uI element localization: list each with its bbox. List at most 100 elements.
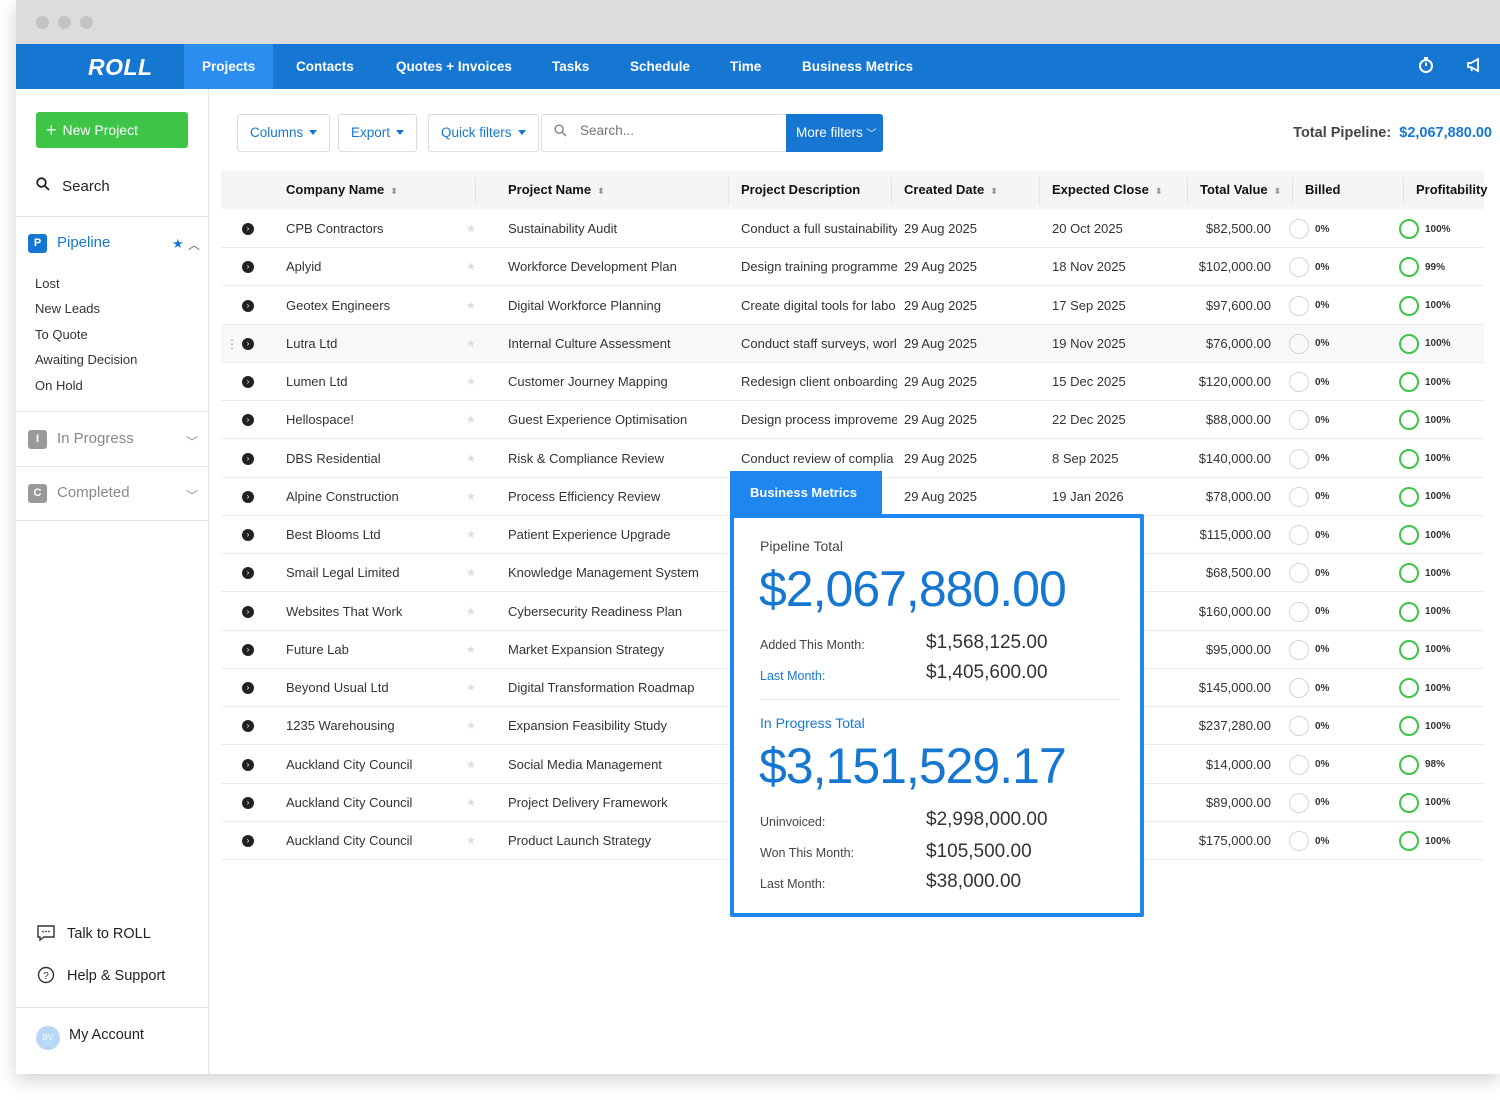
chevron-up-icon[interactable]: ︿ [188,236,200,253]
star-icon[interactable]: ★ [466,784,476,822]
star-icon[interactable]: ★ [466,631,476,669]
cell-project[interactable]: Risk & Compliance Review [508,440,723,478]
cell-company[interactable]: Smail Legal Limited [286,554,471,592]
cell-project[interactable]: Process Efficiency Review [508,478,723,516]
new-project-button[interactable]: + New Project [36,112,188,148]
cell-project[interactable]: Knowledge Management System [508,554,723,592]
sidebar-item-to-quote[interactable]: To Quote [35,327,88,342]
quick-filters-dropdown[interactable]: Quick filters [428,114,539,152]
header-billed[interactable]: Billed [1305,171,1340,209]
row-expand-icon[interactable]: › [242,567,254,580]
nav-contacts[interactable]: Contacts [278,44,372,89]
help-support-button[interactable]: ? Help & Support [36,966,165,984]
search-field[interactable] [541,114,787,152]
star-icon[interactable]: ★ [466,669,476,707]
header-company-name[interactable]: Company Name ⬍ [286,171,398,209]
row-expand-icon[interactable]: › [242,223,254,235]
cell-project[interactable]: Product Launch Strategy [508,822,723,860]
row-expand-icon[interactable]: › [242,414,254,427]
row-expand-icon[interactable]: › [242,261,254,274]
columns-dropdown[interactable]: Columns [237,114,331,152]
talk-to-roll-button[interactable]: Talk to ROLL [36,924,151,942]
cell-company[interactable]: DBS Residential [286,440,471,478]
cell-company[interactable]: Websites That Work [286,593,471,631]
sidebar-pipeline[interactable]: P Pipeline [28,234,110,254]
cell-company[interactable]: 1235 Warehousing [286,707,471,745]
row-expand-icon[interactable]: › [242,452,254,465]
header-project-description[interactable]: Project Description [741,171,860,209]
nav-tasks[interactable]: Tasks [534,44,607,89]
nav-quotes-invoices[interactable]: Quotes + Invoices [378,44,530,89]
star-icon[interactable]: ★ [466,554,476,592]
sidebar-search[interactable]: Search [36,177,110,195]
cell-project[interactable]: Workforce Development Plan [508,248,723,286]
cell-company[interactable]: Best Blooms Ltd [286,516,471,554]
star-icon[interactable]: ★ [466,440,476,478]
cell-project[interactable]: Patient Experience Upgrade [508,516,723,554]
chevron-down-icon[interactable]: ﹀ [186,487,198,504]
star-icon[interactable]: ★ [466,210,476,248]
cell-project[interactable]: Digital Workforce Planning [508,287,723,325]
drag-handle-icon[interactable]: ⋮ [226,325,238,363]
sidebar-in-progress[interactable]: I In Progress [28,430,134,450]
business-metrics-tab[interactable]: Business Metrics [730,471,882,517]
row-expand-icon[interactable]: › [242,835,254,847]
window-minimize-dot[interactable] [58,16,71,29]
cell-company[interactable]: Geotex Engineers [286,287,471,325]
star-icon[interactable]: ★ [466,822,476,860]
row-expand-icon[interactable]: › [242,796,254,809]
search-input[interactable] [580,123,770,138]
sidebar-item-on-hold[interactable]: On Hold [35,378,83,393]
timer-icon[interactable] [1416,56,1436,76]
table-row[interactable]: › Hellospace! ★ Guest Experience Optimisati… [221,401,1484,440]
row-expand-icon[interactable]: › [242,758,254,771]
row-expand-icon[interactable]: › [242,643,254,656]
cell-company[interactable]: Aplyid [286,248,471,286]
sidebar-completed[interactable]: C Completed [28,484,130,504]
sidebar-item-new-leads[interactable]: New Leads [35,301,100,316]
cell-company[interactable]: Auckland City Council [286,784,471,822]
star-icon[interactable]: ★ [466,287,476,325]
more-filters-button[interactable]: More filters ﹀ [786,114,883,152]
nav-schedule[interactable]: Schedule [612,44,708,89]
cell-project[interactable]: Guest Experience Optimisation [508,401,723,439]
header-project-name[interactable]: Project Name ⬍ [508,171,605,209]
header-profitability[interactable]: Profitability [1416,171,1488,209]
nav-projects[interactable]: Projects [184,44,274,89]
cell-company[interactable]: Alpine Construction [286,478,471,516]
cell-company[interactable]: Hellospace! [286,401,471,439]
cell-company[interactable]: Beyond Usual Ltd [286,669,471,707]
roll-logo[interactable]: ROLL [88,54,153,81]
cell-company[interactable]: Lumen Ltd [286,363,471,401]
table-row[interactable]: › Geotex Engineers ★ Digital Workforce Plan… [221,287,1484,325]
star-icon[interactable]: ★ [466,478,476,516]
table-row[interactable]: › Lumen Ltd ★ Customer Journey Mapping Redes… [221,363,1484,401]
star-icon[interactable]: ★ [466,363,476,401]
row-expand-icon[interactable]: › [242,720,254,733]
star-icon[interactable]: ★ [466,746,476,784]
last-month-link[interactable]: Last Month: [760,669,825,683]
sidebar-item-awaiting-decision[interactable]: Awaiting Decision [35,352,137,367]
cell-project[interactable]: Market Expansion Strategy [508,631,723,669]
cell-company[interactable]: CPB Contractors [286,210,471,248]
cell-project[interactable]: Digital Transformation Roadmap [508,669,723,707]
megaphone-icon[interactable] [1464,56,1484,76]
cell-project[interactable]: Customer Journey Mapping [508,363,723,401]
star-icon[interactable]: ★ [466,707,476,745]
cell-company[interactable]: Auckland City Council [286,746,471,784]
header-created-date[interactable]: Created Date ⬍ [904,171,998,209]
cell-project[interactable]: Social Media Management [508,746,723,784]
row-expand-icon[interactable]: › [242,529,254,541]
row-expand-icon[interactable]: › [242,490,254,503]
my-account-button[interactable]: BV My Account [36,1026,144,1050]
row-expand-icon[interactable]: › [242,337,254,350]
export-dropdown[interactable]: Export [338,114,418,152]
star-icon[interactable]: ★ [466,325,476,363]
table-row[interactable]: ⋮ › Lutra Ltd ★ Internal Culture Assessment C… [221,324,1484,363]
cell-project[interactable]: Sustainability Audit [508,210,723,248]
row-expand-icon[interactable]: › [242,682,254,694]
row-expand-icon[interactable]: › [242,605,254,618]
star-icon[interactable]: ★ [466,248,476,286]
cell-project[interactable]: Expansion Feasibility Study [508,707,723,745]
row-expand-icon[interactable]: › [242,299,254,312]
